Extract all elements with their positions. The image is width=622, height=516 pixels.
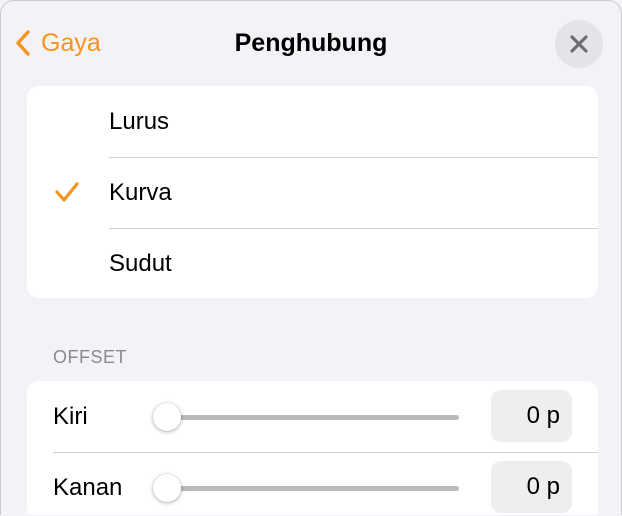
style-option-label: Sudut <box>109 250 172 277</box>
style-option-kurva[interactable]: Kurva <box>27 157 598 228</box>
checkmark-icon <box>55 182 79 202</box>
style-option-lurus[interactable]: Lurus <box>27 86 598 157</box>
close-button[interactable] <box>555 20 603 68</box>
close-icon <box>570 35 588 53</box>
connector-style-list: Lurus Kurva Sudut <box>27 86 598 298</box>
slider-track <box>153 415 459 420</box>
style-option-sudut[interactable]: Sudut <box>27 228 598 298</box>
style-option-label: Kurva <box>109 179 172 206</box>
right-offset-field[interactable]: 0 p <box>491 461 572 513</box>
panel-title: Penghubung <box>234 29 388 57</box>
slider-thumb[interactable] <box>153 474 181 502</box>
left-offset-slider[interactable] <box>153 399 459 435</box>
offset-label: Kanan <box>53 474 123 501</box>
right-offset-slider[interactable] <box>153 470 459 506</box>
offset-settings: Kiri 0 p Kanan 0 p <box>27 381 598 515</box>
offset-section-header: OFFSET <box>53 347 127 367</box>
style-option-label: Lurus <box>109 108 170 135</box>
offset-row-kiri: Kiri 0 p <box>27 381 598 452</box>
offset-label: Kiri <box>53 403 88 430</box>
offset-row-kanan: Kanan 0 p <box>27 452 598 515</box>
slider-track <box>153 486 459 491</box>
connector-panel: Gaya Penghubung Lurus Kurva Sudut OFFSET… <box>0 0 622 515</box>
slider-thumb[interactable] <box>153 403 181 431</box>
left-offset-field[interactable]: 0 p <box>491 390 572 442</box>
